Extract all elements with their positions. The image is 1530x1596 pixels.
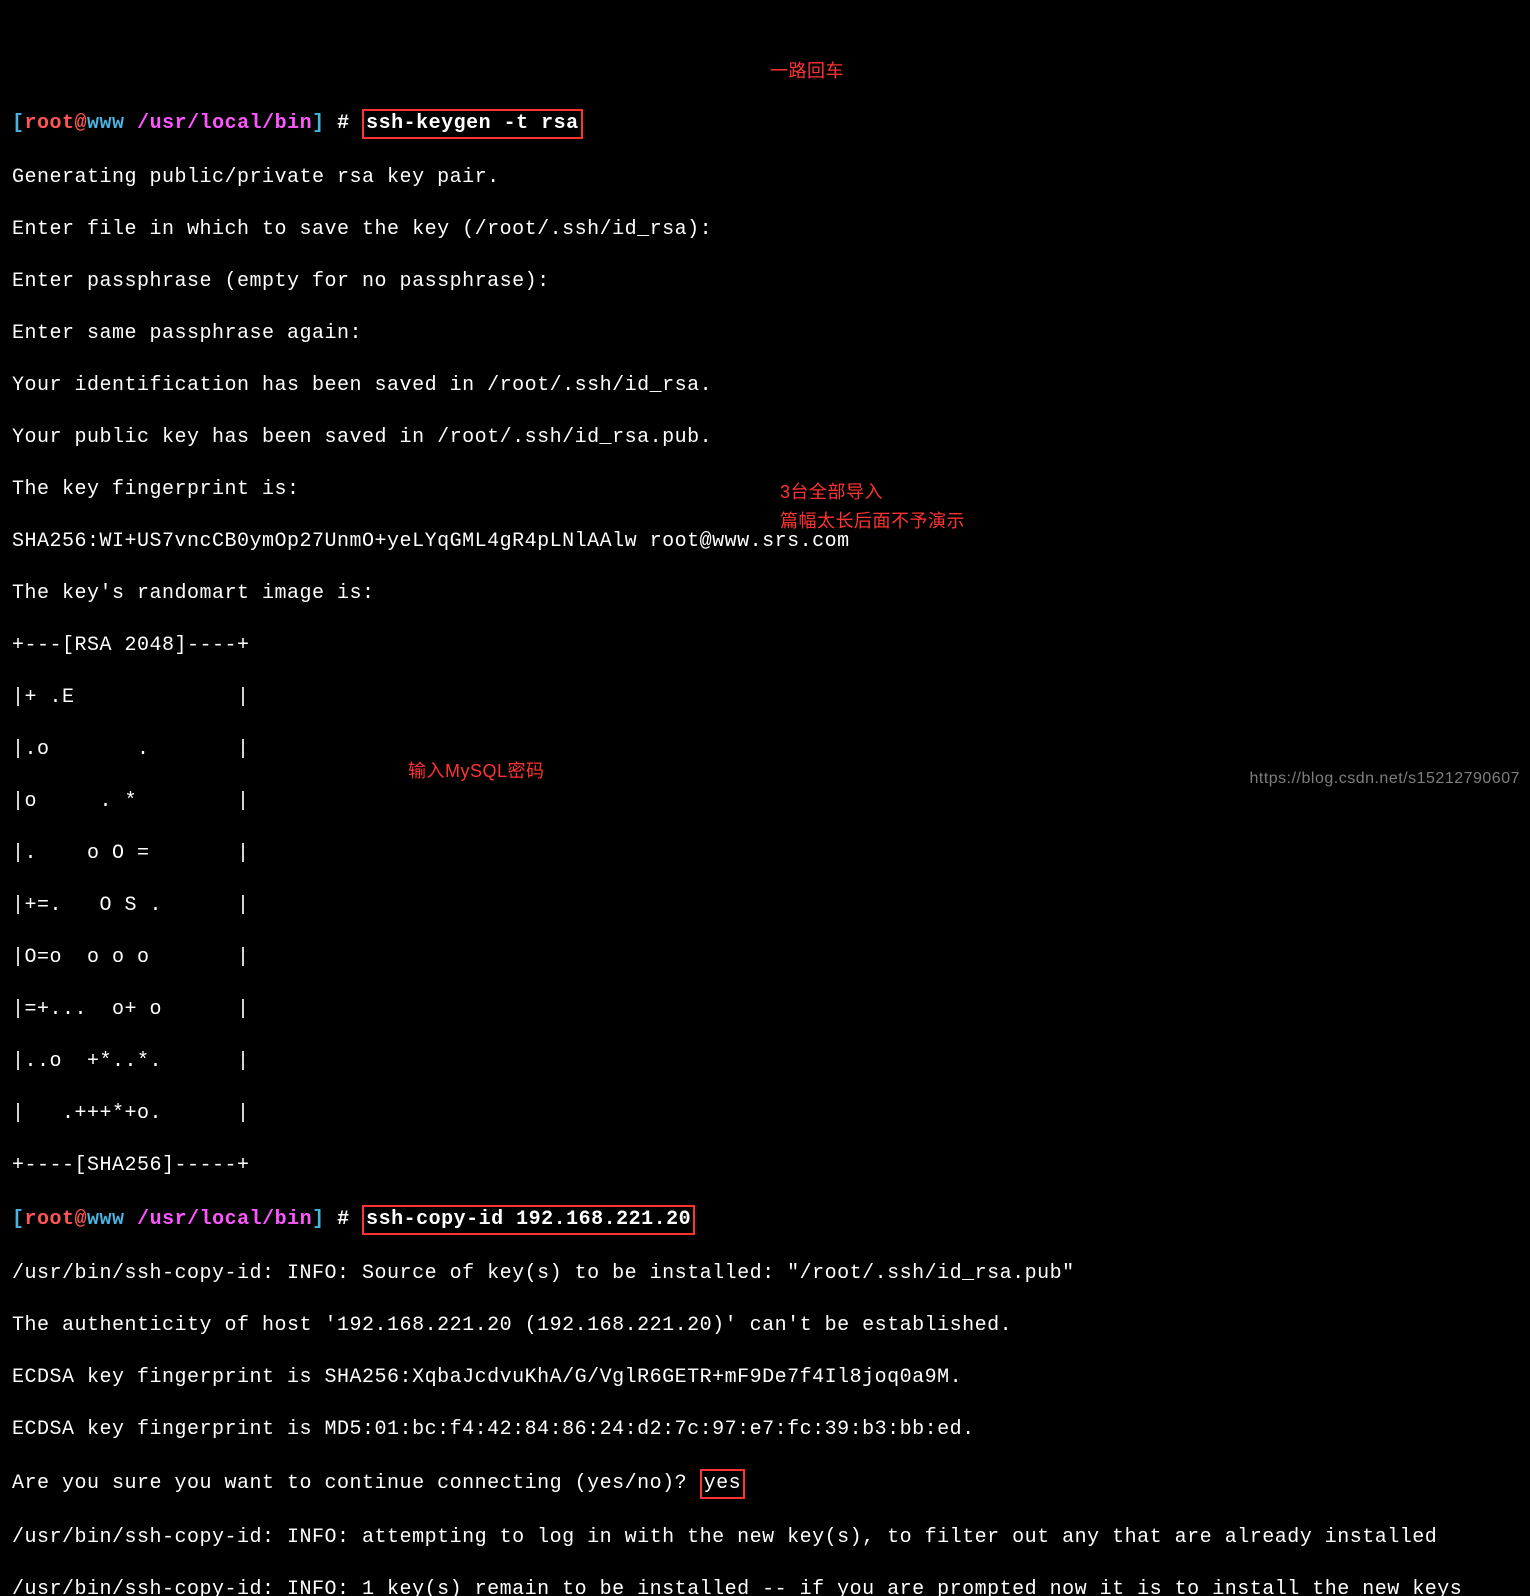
output-line: Enter same passphrase again:	[12, 321, 1518, 347]
prompt-path: /usr/local/bin	[137, 112, 312, 135]
prompt-line-1: [root@www /usr/local/bin] # ssh-keygen -…	[12, 109, 1518, 139]
output-line: Your public key has been saved in /root/…	[12, 425, 1518, 451]
command-ssh-keygen: ssh-keygen -t rsa	[362, 109, 583, 139]
randomart-line: |o . * |	[12, 789, 1518, 815]
prompt-bracket: ]	[312, 112, 325, 135]
output-line: /usr/bin/ssh-copy-id: INFO: 1 key(s) rem…	[12, 1577, 1518, 1596]
output-line: Your identification has been saved in /r…	[12, 373, 1518, 399]
command-ssh-copy-id: ssh-copy-id 192.168.221.20	[362, 1205, 695, 1235]
output-line: The key fingerprint is:	[12, 477, 1518, 503]
output-line: The key's randomart image is:	[12, 581, 1518, 607]
prompt-host: www	[87, 112, 137, 135]
output-line: Generating public/private rsa key pair.	[12, 165, 1518, 191]
randomart-line: +---[RSA 2048]----+	[12, 633, 1518, 659]
randomart-line: |+ .E |	[12, 685, 1518, 711]
output-line: /usr/bin/ssh-copy-id: INFO: attempting t…	[12, 1525, 1518, 1551]
prompt-bracket: ]	[312, 1208, 325, 1231]
prompt-bracket: [	[12, 112, 25, 135]
prompt-at: @	[75, 112, 88, 135]
prompt-hash: #	[325, 1208, 363, 1231]
annotation-text: 篇幅太长后面不予演示	[780, 511, 965, 531]
watermark: https://blog.csdn.net/s15212790607	[1249, 769, 1520, 790]
output-line: SHA256:WI+US7vncCB0ymOp27UnmO+yeLYqGML4g…	[12, 529, 1518, 555]
randomart-line: +----[SHA256]-----+	[12, 1153, 1518, 1179]
output-line: Enter file in which to save the key (/ro…	[12, 217, 1518, 243]
randomart-line: |+=. O S . |	[12, 893, 1518, 919]
prompt-line-2: [root@www /usr/local/bin] # ssh-copy-id …	[12, 1205, 1518, 1235]
randomart-line: |. o O = |	[12, 841, 1518, 867]
output-line: Are you sure you want to continue connec…	[12, 1469, 1518, 1499]
annotation-text: 3台全部导入	[780, 482, 883, 502]
output-line: The authenticity of host '192.168.221.20…	[12, 1313, 1518, 1339]
output-line: Enter passphrase (empty for no passphras…	[12, 269, 1518, 295]
randomart-line: |O=o o o o |	[12, 945, 1518, 971]
annotation-import-all: 3台全部导入篇幅太长后面不予演示	[780, 478, 965, 536]
output-line: ECDSA key fingerprint is MD5:01:bc:f4:42…	[12, 1417, 1518, 1443]
confirm-prompt: Are you sure you want to continue connec…	[12, 1472, 700, 1495]
prompt-at: @	[75, 1208, 88, 1231]
randomart-line: |.o . |	[12, 737, 1518, 763]
randomart-line: |=+... o+ o |	[12, 997, 1518, 1023]
prompt-path: /usr/local/bin	[137, 1208, 312, 1231]
output-line: ECDSA key fingerprint is SHA256:XqbaJcdv…	[12, 1365, 1518, 1391]
randomart-line: |..o +*..*. |	[12, 1049, 1518, 1075]
prompt-hash: #	[325, 112, 363, 135]
annotation-mysql-password: 输入MySQL密码	[408, 760, 545, 783]
confirm-yes: yes	[700, 1469, 746, 1499]
prompt-user: root	[25, 1208, 75, 1231]
prompt-user: root	[25, 112, 75, 135]
terminal-area[interactable]: [root@www /usr/local/bin] # ssh-keygen -…	[12, 109, 1518, 1596]
prompt-host: www	[87, 1208, 137, 1231]
output-line: /usr/bin/ssh-copy-id: INFO: Source of ke…	[12, 1261, 1518, 1287]
annotation-enter-all: 一路回车	[770, 60, 844, 83]
prompt-bracket: [	[12, 1208, 25, 1231]
randomart-line: | .+++*+o. |	[12, 1101, 1518, 1127]
